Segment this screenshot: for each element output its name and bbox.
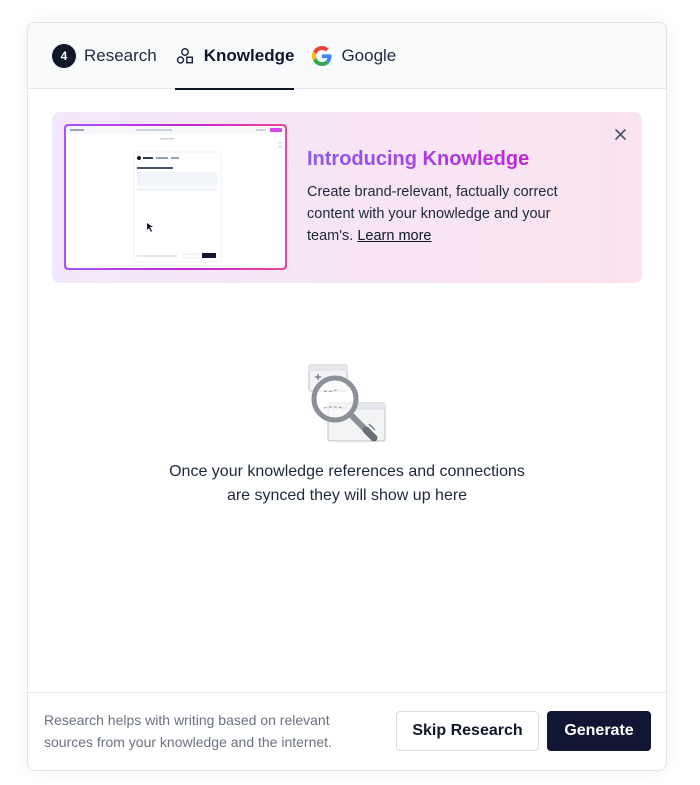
generate-button[interactable]: Generate — [547, 711, 651, 751]
learn-more-link[interactable]: Learn more — [357, 228, 431, 244]
promo-preview-image — [64, 124, 287, 270]
footer-note-line-2: sources from your knowledge and the inte… — [44, 734, 332, 750]
tab-research-label: Research — [84, 45, 157, 65]
tab-google[interactable]: Google — [312, 23, 396, 89]
close-icon[interactable] — [612, 126, 628, 142]
promo-body-text: Create brand-relevant, factually correct… — [307, 184, 558, 244]
skip-research-button[interactable]: Skip Research — [396, 711, 539, 751]
research-count-badge: 4 — [52, 43, 76, 68]
tab-research[interactable]: 4 Research — [52, 23, 157, 89]
promo-description: Create brand-relevant, factually correct… — [307, 181, 597, 247]
footer-note-line-1: Research helps with writing based on rel… — [44, 712, 330, 728]
empty-state-line-1: Once your knowledge references and conne… — [169, 463, 525, 480]
tab-google-label: Google — [341, 45, 397, 65]
footer-note: Research helps with writing based on rel… — [44, 709, 374, 753]
promo-title: Introducing Knowledge — [307, 148, 530, 170]
tab-knowledge[interactable]: Knowledge — [174, 23, 295, 90]
tab-knowledge-label: Knowledge — [203, 45, 295, 65]
google-icon — [312, 45, 333, 66]
knowledge-promo-banner: Introducing Knowledge Create brand-relev… — [52, 112, 642, 283]
magnifier-icon — [306, 363, 390, 445]
empty-state-line-2: are synced they will show up here — [226, 487, 468, 504]
panel-footer: Research helps with writing based on rel… — [28, 692, 666, 770]
research-panel: 4 Research Knowledge Google Introducing … — [27, 22, 667, 771]
tab-bar: 4 Research Knowledge Google — [28, 23, 666, 90]
empty-state-message: Once your knowledge references and conne… — [28, 460, 666, 508]
shapes-icon — [175, 46, 195, 66]
